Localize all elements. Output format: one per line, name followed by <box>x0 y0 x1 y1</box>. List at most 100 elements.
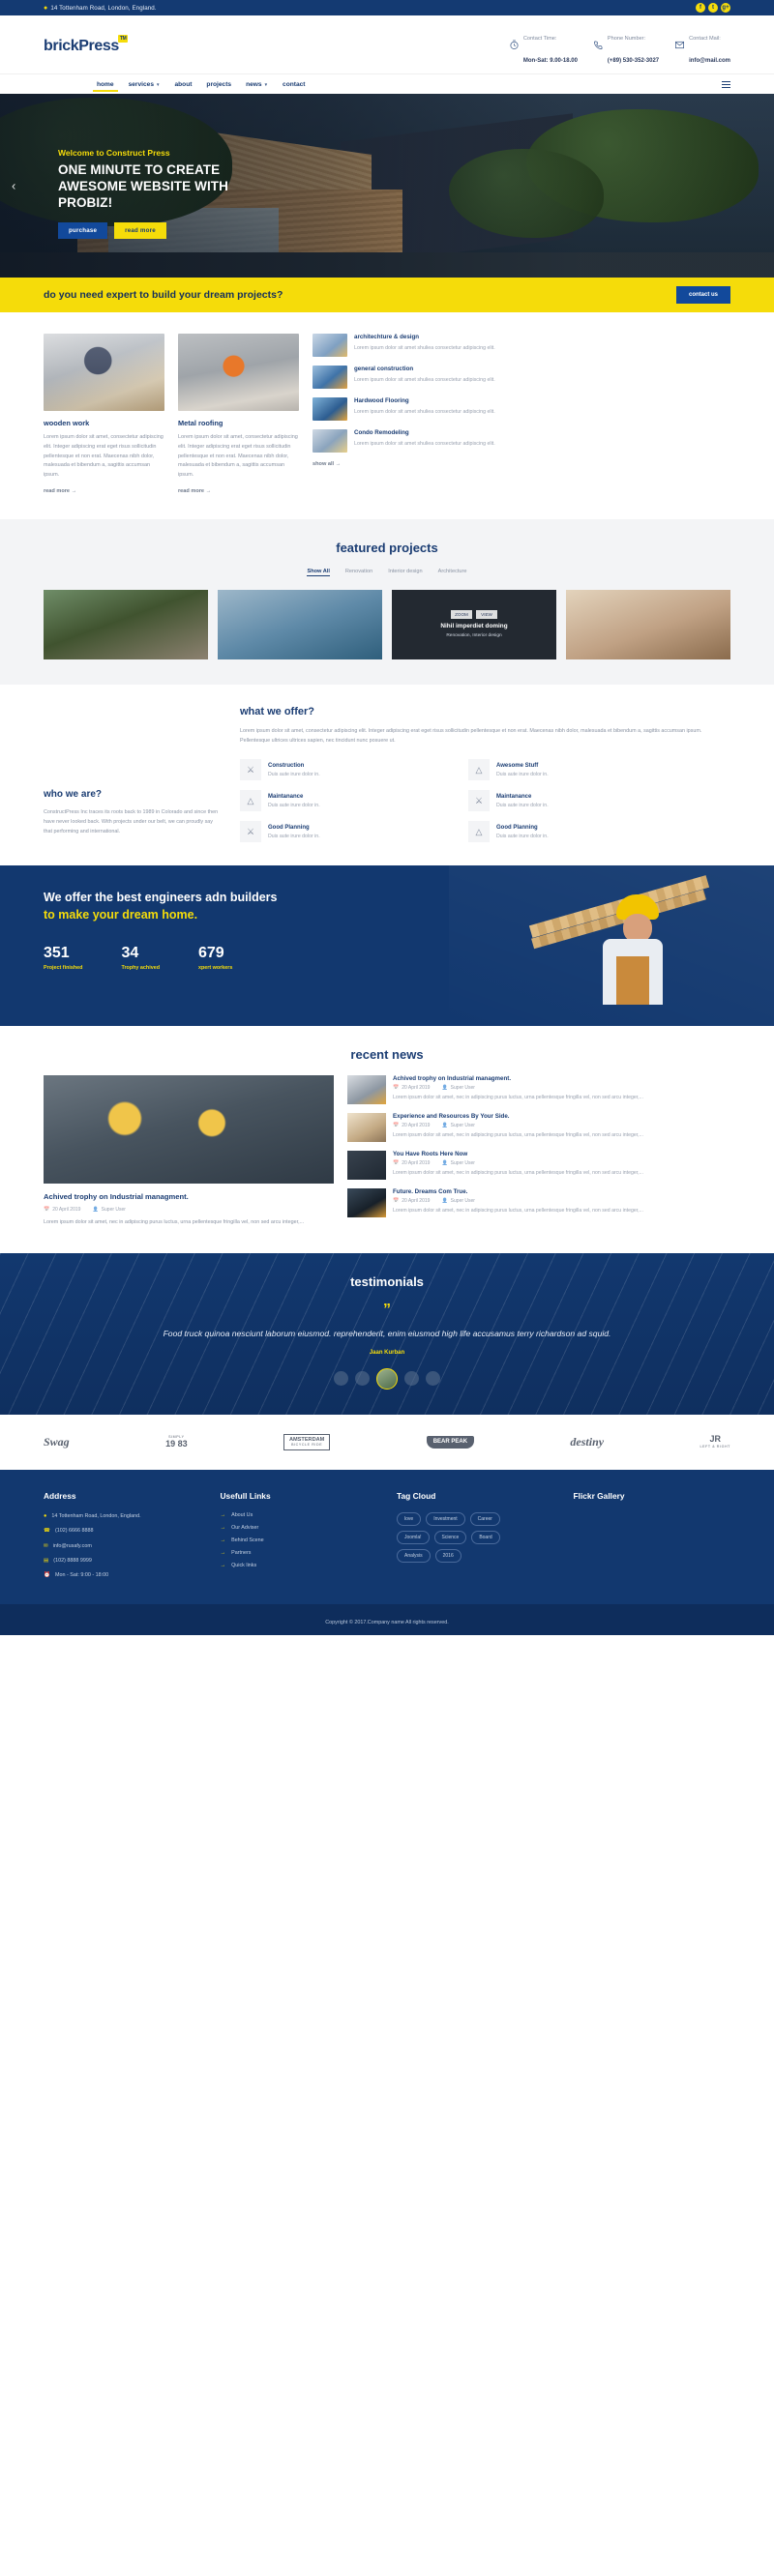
hamburger-menu-icon[interactable] <box>722 81 730 88</box>
twitter-icon[interactable]: t <box>708 3 718 13</box>
feature-grid: ⚔ Construction Duis aute irure dolor in. … <box>240 759 730 843</box>
tag-item[interactable]: Investment <box>426 1511 465 1526</box>
feature-title: Good Planning <box>496 824 538 831</box>
filter-show-all[interactable]: Show All <box>307 569 330 576</box>
tag-item[interactable]: 2016 <box>434 1548 461 1563</box>
feature-item[interactable]: ⚔ Good Planning Duis aute irure dolor in. <box>240 821 453 843</box>
brand-logo-simply[interactable]: SIMPLY 19 83 <box>165 1435 188 1449</box>
service-image-metal-roofing <box>178 334 299 412</box>
avatar-active[interactable] <box>376 1367 398 1390</box>
arrow-right-icon: → <box>220 1537 226 1543</box>
project-item[interactable] <box>218 589 382 659</box>
service-item-desc: Lorem ipsum dolor sit amet shuliea conse… <box>354 441 495 448</box>
news-item-date: 20 April 2019 <box>402 1123 431 1129</box>
news-list-item[interactable]: Achived trophy on Industrial managment. … <box>347 1075 730 1105</box>
avatar[interactable] <box>334 1371 348 1387</box>
avatar[interactable] <box>404 1371 419 1387</box>
nav-label-contact: contact <box>283 80 306 88</box>
logo[interactable]: brickPress TM <box>44 35 128 55</box>
news-main-image <box>44 1075 334 1185</box>
tag-item[interactable]: Joomla! <box>397 1530 430 1544</box>
service-list: architechture & design Lorem ipsum dolor … <box>313 334 730 493</box>
tag-item[interactable]: Analysis <box>397 1548 431 1563</box>
tag-item[interactable]: Career <box>469 1511 500 1526</box>
project-item-active[interactable]: ZOOM VIEW Nihil imperdiet doming Renovat… <box>392 589 556 659</box>
footer-link[interactable]: → Quick links <box>221 1563 378 1568</box>
compass-icon: △ <box>240 790 261 812</box>
purchase-button[interactable]: purchase <box>58 222 108 239</box>
footer-link[interactable]: → Partners <box>221 1550 378 1556</box>
nav-item-projects[interactable]: projects <box>206 77 231 92</box>
counter-trophies: 34 Trophy achived <box>121 945 160 971</box>
calendar-icon: 📅 <box>393 1085 400 1092</box>
recent-news-section: recent news Achived trophy on Industrial… <box>0 1026 774 1253</box>
filter-architecture[interactable]: Architecture <box>438 569 467 576</box>
arrow-right-icon: → <box>220 1562 226 1568</box>
view-button[interactable]: VIEW <box>476 610 497 619</box>
hero-prev-arrow[interactable]: ‹ <box>12 179 15 193</box>
service-item-title: general construction <box>354 366 414 373</box>
service-read-more-link[interactable]: read more → <box>178 488 299 494</box>
service-read-more-link[interactable]: read more → <box>44 488 164 494</box>
footer-link[interactable]: → Behind Scene <box>221 1537 378 1543</box>
filter-interior-design[interactable]: Interior design <box>388 569 422 576</box>
show-all-link[interactable]: show all → <box>313 461 730 467</box>
brand-sub: BICYCLE RIDE <box>291 1442 323 1447</box>
award-icon: ⚔ <box>240 759 261 781</box>
footer-address-item: ● 14 Tottenham Road, London, England. <box>44 1512 201 1520</box>
service-list-item[interactable]: general construction Lorem ipsum dolor si… <box>313 366 730 390</box>
news-list-item[interactable]: You Have Roots Here Now 📅 20 April 2019 👤 S… <box>347 1151 730 1181</box>
who-we-are-title: who we are? <box>44 788 103 800</box>
footer-link[interactable]: → About Us <box>221 1512 378 1518</box>
service-list-item[interactable]: Condo Remodeling Lorem ipsum dolor sit am… <box>313 429 730 454</box>
nav-item-news[interactable]: news ▼ <box>246 77 268 92</box>
feature-item[interactable]: △ Awesome Stuff Duis aute irure dolor in. <box>468 759 681 781</box>
avatar[interactable] <box>426 1371 440 1387</box>
brand-logo-jr[interactable]: JR LEFT & RIGHT <box>700 1434 730 1449</box>
feature-item[interactable]: ⚔ Maintanance Duis aute irure dolor in. <box>468 790 681 812</box>
footer-address-text: 14 Tottenham Road, London, England. <box>51 1512 141 1519</box>
facebook-icon[interactable]: f <box>696 3 705 13</box>
footer-address-item: ⏰ Mon - Sat: 9:00 - 18:00 <box>44 1571 201 1579</box>
nav-item-contact[interactable]: contact <box>283 77 305 92</box>
news-list-item[interactable]: Future. Dreams Com True. 📅 20 April 2019 👤… <box>347 1188 730 1218</box>
footer-mail-text[interactable]: info@rusafy.com <box>53 1542 92 1550</box>
service-card-metal-roofing[interactable]: Metal roofing Lorem ipsum dolor sit amet… <box>178 334 299 494</box>
footer-column-gallery: Flickr Gallery <box>574 1491 731 1587</box>
tag-item[interactable]: love <box>397 1511 422 1526</box>
tag-item[interactable]: Board <box>471 1530 500 1544</box>
service-item-desc: Lorem ipsum dolor sit amet shuliea conse… <box>354 345 495 352</box>
nav-item-home[interactable]: home <box>93 77 118 92</box>
project-item[interactable] <box>44 589 208 659</box>
news-date-text: 20 April 2019 <box>52 1207 81 1214</box>
zoom-button[interactable]: ZOOM <box>451 610 472 619</box>
hero-buttons: purchase read more <box>58 222 281 239</box>
featured-news-post[interactable]: Achived trophy on Industrial managment. … <box>44 1075 334 1228</box>
avatar[interactable] <box>355 1371 370 1387</box>
tag-item[interactable]: Science <box>433 1530 467 1544</box>
project-overlay: ZOOM VIEW Nihil imperdiet doming Renovat… <box>392 589 556 659</box>
feature-item[interactable]: ⚔ Construction Duis aute irure dolor in. <box>240 759 453 781</box>
feature-item[interactable]: △ Good Planning Duis aute irure dolor in. <box>468 821 681 843</box>
arrow-right-icon: → <box>220 1524 226 1531</box>
feature-item[interactable]: △ Maintanance Duis aute irure dolor in. <box>240 790 453 812</box>
contact-us-button[interactable]: contact us <box>675 286 730 305</box>
service-description: Lorem ipsum dolor sit amet, consectetur … <box>178 434 298 478</box>
filter-renovation[interactable]: Renovation <box>345 569 372 576</box>
google-plus-icon[interactable]: g+ <box>721 3 730 13</box>
service-list-item[interactable]: Hardwood Flooring Lorem ipsum dolor sit a… <box>313 397 730 422</box>
site-header: brickPress TM Contact Time: Mon-Sat: 9.0… <box>0 15 774 74</box>
read-more-button[interactable]: read more <box>114 222 166 239</box>
service-card-wooden-work[interactable]: wooden work Lorem ipsum dolor sit amet, … <box>44 334 164 494</box>
nav-item-services[interactable]: services ▼ <box>129 77 161 92</box>
service-list-item[interactable]: architechture & design Lorem ipsum dolor … <box>313 334 730 358</box>
brand-logo-swag[interactable]: Swag <box>44 1435 70 1449</box>
brand-logo-bear-peak[interactable]: BEAR PEAK <box>426 1435 475 1449</box>
nav-item-about[interactable]: about <box>174 77 192 92</box>
footer-link[interactable]: → Our Adviser <box>221 1525 378 1531</box>
brand-logo-amsterdam[interactable]: AMSTERDAM BICYCLE RIDE <box>283 1433 331 1450</box>
brand-logo-destiny[interactable]: destiny <box>570 1435 604 1449</box>
project-item[interactable] <box>566 589 730 659</box>
counter-label: Trophy achived <box>121 965 160 972</box>
news-list-item[interactable]: Experience and Resources By Your Side. 📅… <box>347 1113 730 1143</box>
